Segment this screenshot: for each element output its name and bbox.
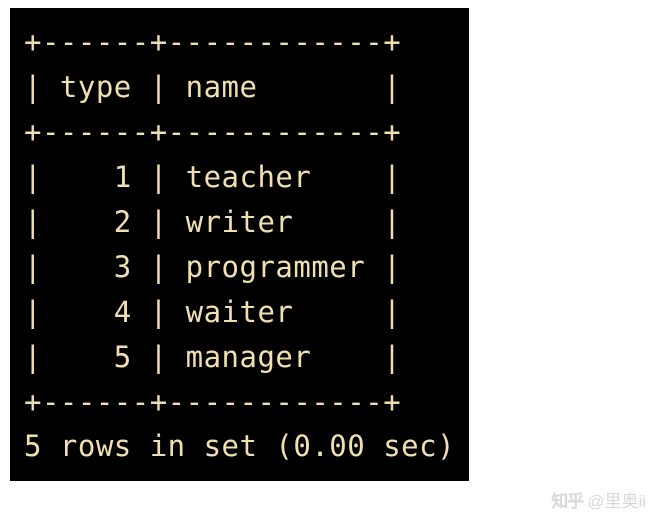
terminal-output: +------+------------+ | type | name | +-… xyxy=(10,8,469,481)
table-row: | 4 | waiter | xyxy=(24,295,401,329)
table-border-bottom: +------+------------+ xyxy=(24,385,401,419)
table-border-top: +------+------------+ xyxy=(24,25,401,59)
watermark: 知乎 @里奥ii xyxy=(551,487,646,512)
zhihu-logo: 知乎 xyxy=(551,487,583,512)
table-row: | 5 | manager | xyxy=(24,340,401,374)
table-row: | 2 | writer | xyxy=(24,205,401,239)
table-header-row: | type | name | xyxy=(24,70,401,104)
table-border-mid: +------+------------+ xyxy=(24,115,401,149)
query-status: 5 rows in set (0.00 sec) xyxy=(24,429,455,463)
table-row: | 3 | programmer | xyxy=(24,250,401,284)
table-row: | 1 | teacher | xyxy=(24,160,401,194)
watermark-author: @里奥ii xyxy=(587,487,646,512)
